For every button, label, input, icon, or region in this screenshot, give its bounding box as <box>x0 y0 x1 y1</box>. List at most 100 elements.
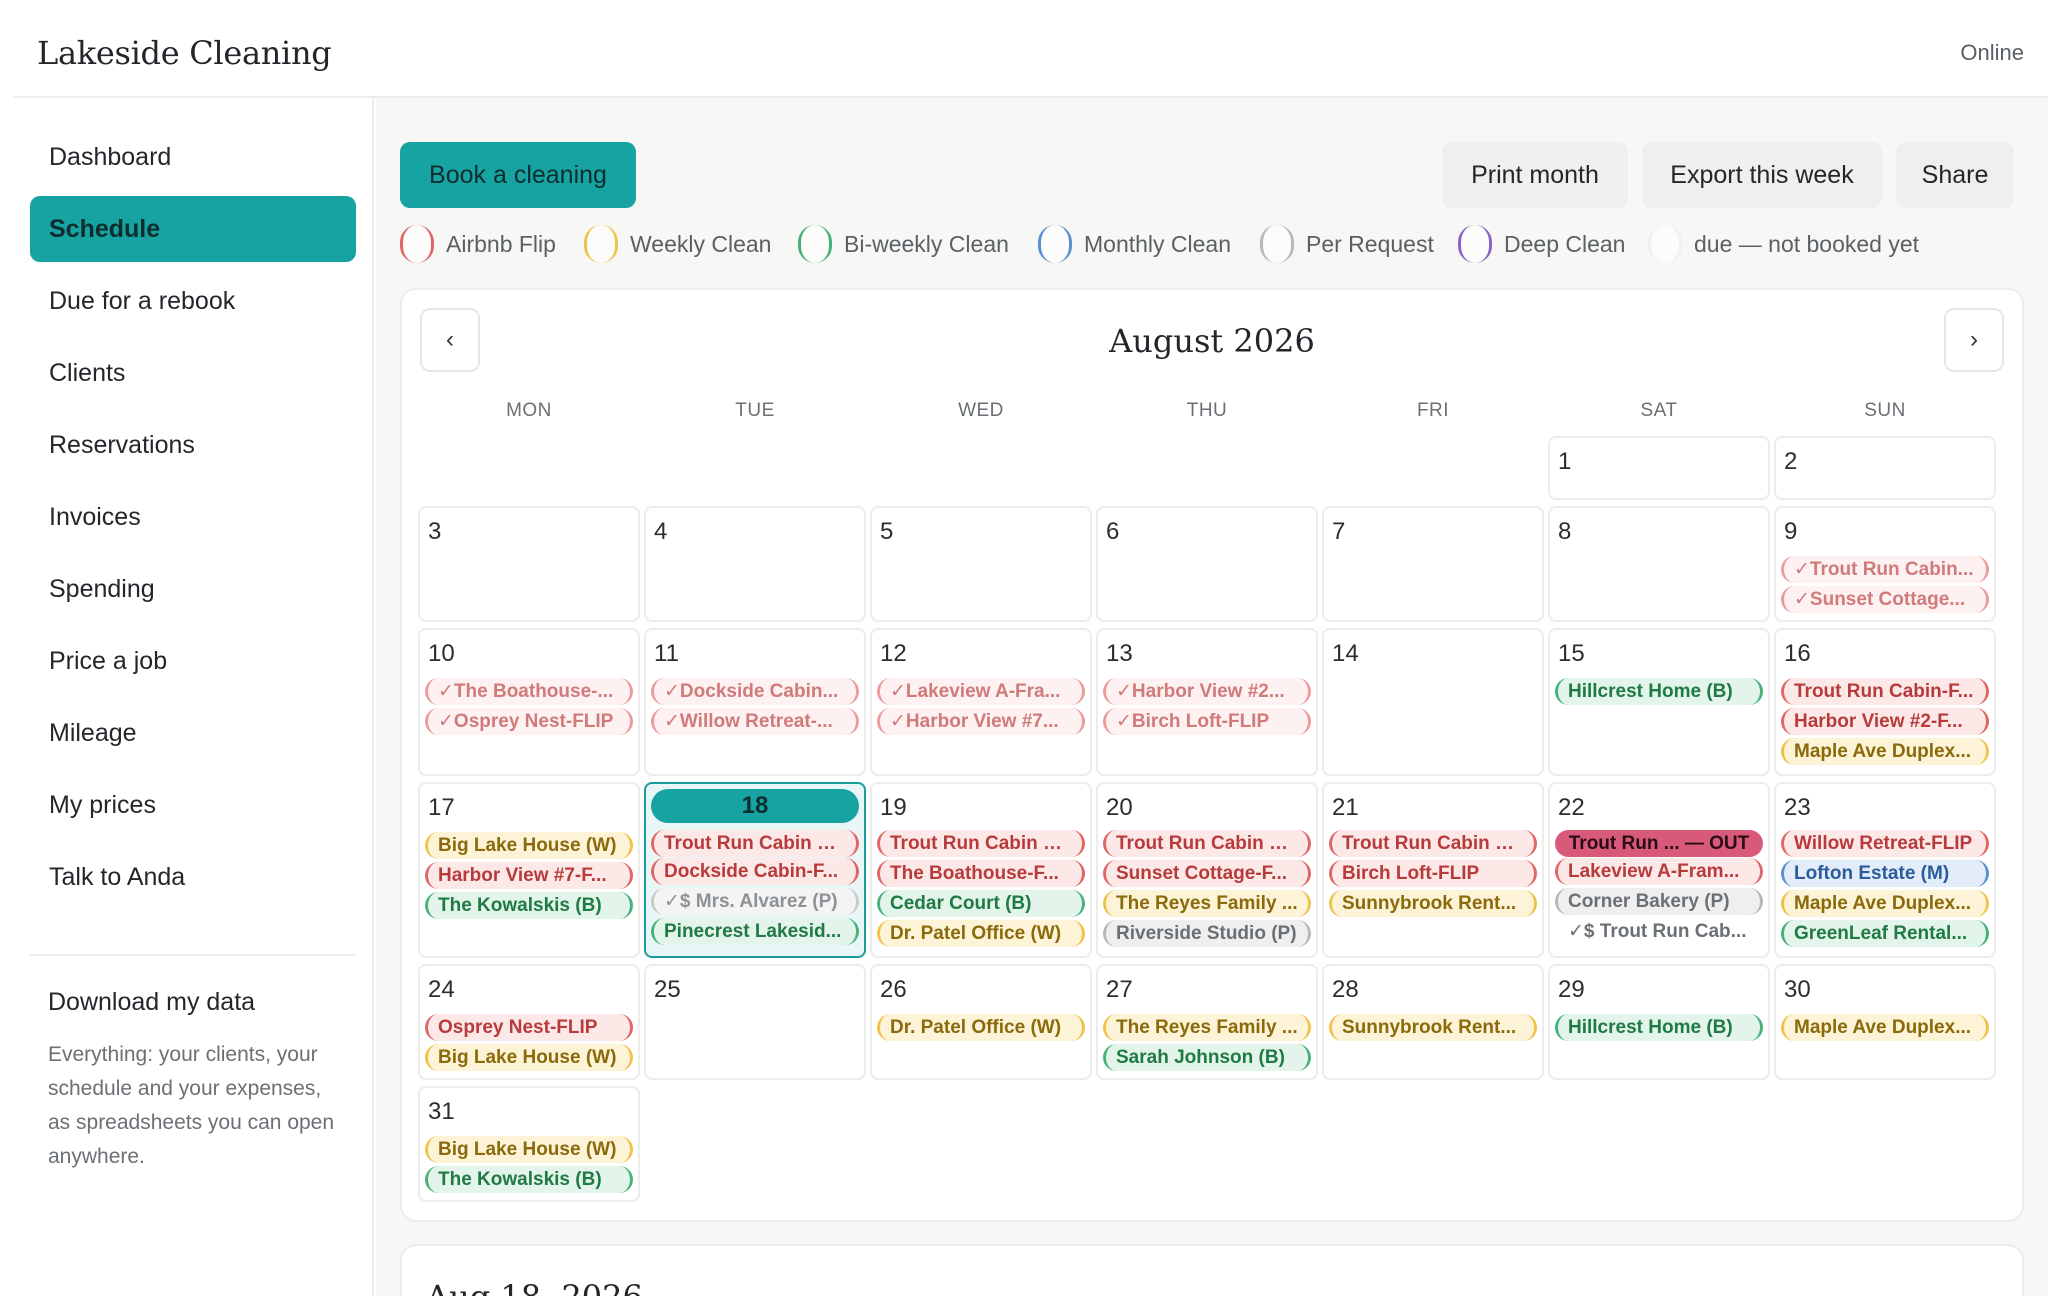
calendar-event[interactable]: ✓Dockside Cabin... <box>651 678 859 705</box>
sidebar-item-mileage[interactable]: Mileage <box>30 700 356 766</box>
calendar-day-today[interactable]: 18 Trout Run Cabin R... Dockside Cabin-F… <box>644 782 866 958</box>
calendar-event[interactable]: Birch Loft-FLIP <box>1329 860 1537 887</box>
calendar-event[interactable]: Trout Run Cabin R... <box>1103 830 1311 857</box>
calendar-day[interactable]: 26 Dr. Patel Office (W) <box>870 964 1092 1080</box>
calendar-day[interactable]: 12 ✓Lakeview A-Fra... ✓Harbor View #7... <box>870 628 1092 776</box>
calendar-day[interactable]: 2 <box>1774 436 1996 500</box>
calendar-event[interactable]: Hillcrest Home (B) <box>1555 678 1763 705</box>
calendar-day[interactable]: 19 Trout Run Cabin R... The Boathouse-F.… <box>870 782 1092 958</box>
calendar-event[interactable]: Lofton Estate (M) <box>1781 860 1989 887</box>
download-data-link[interactable]: Download my data <box>48 988 255 1017</box>
calendar-day[interactable]: 27 The Reyes Family ... Sarah Johnson (B… <box>1096 964 1318 1080</box>
calendar-day[interactable]: 16 Trout Run Cabin-F... Harbor View #2-F… <box>1774 628 1996 776</box>
calendar-event[interactable]: Sunnybrook Rent... <box>1329 890 1537 917</box>
calendar-day[interactable]: 28 Sunnybrook Rent... <box>1322 964 1544 1080</box>
calendar-event[interactable]: Riverside Studio (P) <box>1103 920 1311 947</box>
calendar-event[interactable]: Maple Ave Duplex... <box>1781 890 1989 917</box>
calendar-event[interactable]: Lakeview A-Fram... <box>1555 858 1763 885</box>
calendar-event[interactable]: Trout Run Cabin R... <box>877 830 1085 857</box>
sidebar-item-talk-to-anda[interactable]: Talk to Anda <box>30 844 356 910</box>
calendar-event[interactable]: The Kowalskis (B) <box>425 1166 633 1193</box>
calendar-event[interactable]: Sarah Johnson (B) <box>1103 1044 1311 1071</box>
calendar-day[interactable]: 30 Maple Ave Duplex... <box>1774 964 1996 1080</box>
calendar-day[interactable]: 3 <box>418 506 640 622</box>
calendar-event[interactable]: The Boathouse-F... <box>877 860 1085 887</box>
calendar-day[interactable]: 25 <box>644 964 866 1080</box>
calendar-event[interactable]: ✓Harbor View #7... <box>877 708 1085 735</box>
calendar-event[interactable]: Harbor View #7-F... <box>425 862 633 889</box>
calendar-day[interactable]: 20 Trout Run Cabin R... Sunset Cottage-F… <box>1096 782 1318 958</box>
calendar-event[interactable]: ✓Osprey Nest-FLIP <box>425 708 633 735</box>
calendar-event[interactable]: Corner Bakery (P) <box>1555 888 1763 915</box>
calendar-day[interactable]: 6 <box>1096 506 1318 622</box>
sidebar-item-schedule[interactable]: Schedule <box>30 196 356 262</box>
sidebar-item-due-for-rebook[interactable]: Due for a rebook <box>30 268 356 334</box>
share-button[interactable]: Share <box>1896 142 2014 208</box>
calendar-day[interactable]: 1 <box>1548 436 1770 500</box>
calendar-day[interactable]: 8 <box>1548 506 1770 622</box>
sidebar-item-reservations[interactable]: Reservations <box>30 412 356 478</box>
calendar-event[interactable]: ✓Sunset Cottage... <box>1781 586 1989 613</box>
calendar-event[interactable]: ✓Trout Run Cabin... <box>1781 556 1989 583</box>
day-number: 4 <box>654 518 668 545</box>
sidebar-item-spending[interactable]: Spending <box>30 556 356 622</box>
calendar-event[interactable]: Osprey Nest-FLIP <box>425 1014 633 1041</box>
calendar-event[interactable]: Dr. Patel Office (W) <box>877 1014 1085 1041</box>
calendar-event[interactable]: ✓The Boathouse-... <box>425 678 633 705</box>
calendar-day[interactable]: 9 ✓Trout Run Cabin... ✓Sunset Cottage... <box>1774 506 1996 622</box>
calendar-day[interactable]: 29 Hillcrest Home (B) <box>1548 964 1770 1080</box>
calendar-event[interactable]: ✓Birch Loft-FLIP <box>1103 708 1311 735</box>
calendar-event[interactable]: Sunset Cottage-F... <box>1103 860 1311 887</box>
sidebar-item-clients[interactable]: Clients <box>30 340 356 406</box>
calendar-event[interactable]: Willow Retreat-FLIP <box>1781 830 1989 857</box>
calendar-event-checkout[interactable]: Trout Run ... — OUT <box>1555 830 1763 857</box>
print-month-button[interactable]: Print month <box>1442 142 1628 208</box>
calendar-day[interactable]: 7 <box>1322 506 1544 622</box>
calendar-event[interactable]: Big Lake House (W) <box>425 832 633 859</box>
calendar-day[interactable]: 22 Trout Run ... — OUT Lakeview A-Fram..… <box>1548 782 1770 958</box>
calendar-event[interactable]: ✓Harbor View #2... <box>1103 678 1311 705</box>
calendar-event[interactable]: GreenLeaf Rental... <box>1781 920 1989 947</box>
calendar-day[interactable]: 13 ✓Harbor View #2... ✓Birch Loft-FLIP <box>1096 628 1318 776</box>
calendar-day[interactable]: 5 <box>870 506 1092 622</box>
calendar-event[interactable]: Hillcrest Home (B) <box>1555 1014 1763 1041</box>
calendar-day[interactable]: 11 ✓Dockside Cabin... ✓Willow Retreat-..… <box>644 628 866 776</box>
calendar-day[interactable]: 14 <box>1322 628 1544 776</box>
calendar-event[interactable]: The Reyes Family ... <box>1103 1014 1311 1041</box>
calendar-event[interactable]: Maple Ave Duplex... <box>1781 738 1989 765</box>
calendar-day[interactable]: 15 Hillcrest Home (B) <box>1548 628 1770 776</box>
calendar-event[interactable]: Trout Run Cabin-F... <box>1781 678 1989 705</box>
calendar-event[interactable]: Dr. Patel Office (W) <box>877 920 1085 947</box>
calendar-event[interactable]: Big Lake House (W) <box>425 1136 633 1163</box>
legend-swatch <box>1260 225 1294 263</box>
calendar-event[interactable]: Dockside Cabin-F... <box>651 858 859 885</box>
sidebar-item-price-a-job[interactable]: Price a job <box>30 628 356 694</box>
calendar-day[interactable]: 17 Big Lake House (W) Harbor View #7-F..… <box>418 782 640 958</box>
calendar-event[interactable]: ✓Lakeview A-Fra... <box>877 678 1085 705</box>
sidebar-item-dashboard[interactable]: Dashboard <box>30 124 356 190</box>
calendar-event[interactable]: Cedar Court (B) <box>877 890 1085 917</box>
calendar-event[interactable]: ✓$ Trout Run Cab... <box>1555 918 1763 945</box>
sidebar-item-my-prices[interactable]: My prices <box>30 772 356 838</box>
calendar-event[interactable]: Harbor View #2-F... <box>1781 708 1989 735</box>
calendar-event[interactable]: Maple Ave Duplex... <box>1781 1014 1989 1041</box>
calendar-event[interactable]: ✓Willow Retreat-... <box>651 708 859 735</box>
calendar-event[interactable]: ✓$ Mrs. Alvarez (P) <box>651 888 859 915</box>
calendar-day[interactable]: 31 Big Lake House (W) The Kowalskis (B) <box>418 1086 640 1202</box>
calendar-day[interactable]: 23 Willow Retreat-FLIP Lofton Estate (M)… <box>1774 782 1996 958</box>
sidebar-item-invoices[interactable]: Invoices <box>30 484 356 550</box>
calendar-event[interactable]: Trout Run Cabin R... <box>1329 830 1537 857</box>
export-week-button[interactable]: Export this week <box>1642 142 1882 208</box>
calendar-event[interactable]: The Reyes Family ... <box>1103 890 1311 917</box>
calendar-event[interactable]: Big Lake House (W) <box>425 1044 633 1071</box>
next-month-button[interactable]: › <box>1944 308 2004 372</box>
book-cleaning-button[interactable]: Book a cleaning <box>400 142 636 208</box>
calendar-event[interactable]: The Kowalskis (B) <box>425 892 633 919</box>
calendar-day[interactable]: 21 Trout Run Cabin R... Birch Loft-FLIP … <box>1322 782 1544 958</box>
calendar-event[interactable]: Trout Run Cabin R... <box>651 830 859 857</box>
calendar-event[interactable]: Sunnybrook Rent... <box>1329 1014 1537 1041</box>
calendar-day[interactable]: 24 Osprey Nest-FLIP Big Lake House (W) <box>418 964 640 1080</box>
calendar-day[interactable]: 4 <box>644 506 866 622</box>
calendar-day[interactable]: 10 ✓The Boathouse-... ✓Osprey Nest-FLIP <box>418 628 640 776</box>
calendar-event[interactable]: Pinecrest Lakesid... <box>651 918 859 945</box>
